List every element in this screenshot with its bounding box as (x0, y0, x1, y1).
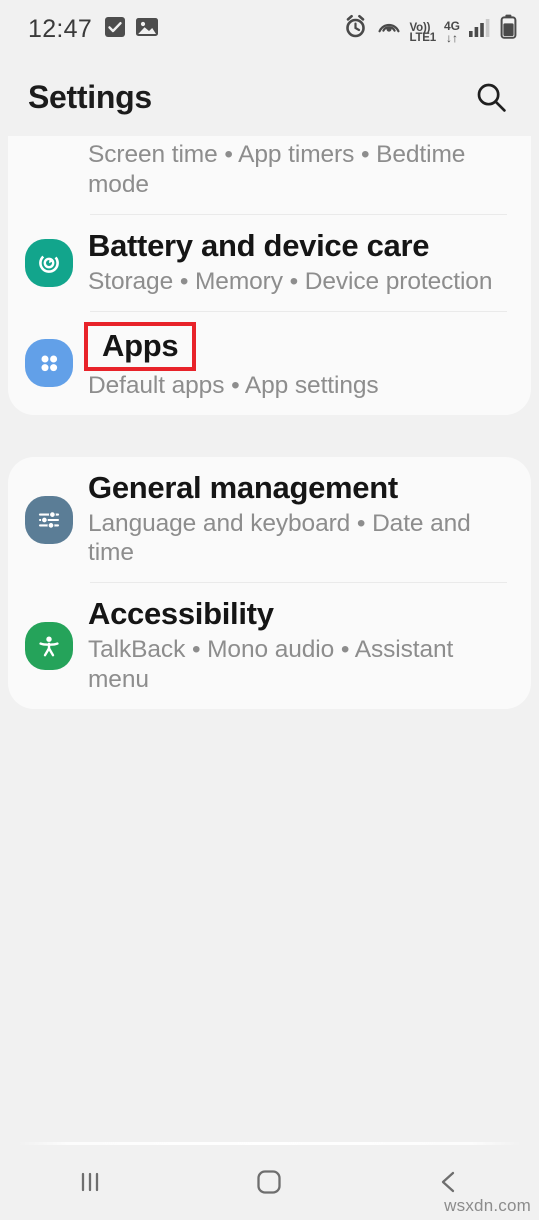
apps-grid-icon (24, 338, 74, 388)
settings-row-subtitle: Default apps • App settings (88, 372, 379, 400)
accessibility-person-icon (24, 621, 74, 671)
settings-row-title: Battery and device care (88, 228, 430, 264)
phone-screen: 12:47 Vo)) LTE1 4G ↓↑ Settings Screen ti… (0, 0, 539, 1220)
device-care-icon (24, 238, 74, 288)
settings-row-digital-wellbeing[interactable]: controls Screen time • App timers • Bedt… (8, 136, 531, 214)
navbar-divider (18, 1142, 521, 1145)
wifi-calling-icon (376, 14, 402, 44)
settings-row-subtitle: TalkBack • Mono audio • Assistant menu (88, 635, 454, 693)
settings-list[interactable]: controls Screen time • App timers • Bedt… (0, 136, 539, 709)
settings-row-title: Apps (102, 327, 179, 363)
settings-row-accessibility[interactable]: Accessibility TalkBack • Mono audio • As… (8, 583, 531, 708)
card-spacer (8, 415, 531, 457)
signal-bars-icon (468, 15, 492, 44)
home-icon[interactable] (229, 1152, 309, 1212)
settings-row-subtitle: Storage • Memory • Device protection (88, 267, 493, 295)
settings-row-general-management[interactable]: General management Language and keyboard… (8, 457, 531, 582)
settings-card-two: General management Language and keyboard… (8, 457, 531, 709)
battery-icon (500, 14, 517, 44)
settings-row-apps[interactable]: Apps Default apps • App settings (8, 312, 531, 415)
settings-row-title: Accessibility (88, 596, 274, 632)
status-bar-system-icons: Vo)) LTE1 4G ↓↑ (343, 14, 517, 44)
status-bar-notification-icons (104, 16, 159, 43)
search-icon[interactable] (469, 75, 513, 119)
navigation-bar: wsxdn.com (0, 1142, 539, 1220)
app-bar: Settings (0, 58, 539, 136)
image-icon (135, 16, 159, 43)
page-title: Settings (28, 78, 152, 115)
settings-row-title: General management (88, 470, 398, 506)
alarm-icon (343, 14, 368, 44)
status-bar: 12:47 Vo)) LTE1 4G ↓↑ (0, 0, 539, 58)
recents-icon[interactable] (50, 1152, 130, 1212)
digital-wellbeing-icon (24, 150, 74, 200)
settings-row-subtitle: Screen time • App timers • Bedtime mode (88, 141, 466, 198)
sliders-icon (24, 495, 74, 545)
settings-row-subtitle: Language and keyboard • Date and time (88, 509, 471, 567)
watermark: wsxdn.com (444, 1196, 531, 1215)
volte-icon: Vo)) LTE1 (409, 21, 437, 45)
settings-row-battery-and-device-care[interactable]: Battery and device care Storage • Memory… (8, 215, 531, 311)
4g-data-icon: 4G ↓↑ (443, 19, 460, 45)
status-bar-clock: 12:47 (28, 14, 93, 43)
settings-card-one: controls Screen time • App timers • Bedt… (8, 136, 531, 416)
checkbox-checked-icon (104, 16, 126, 43)
